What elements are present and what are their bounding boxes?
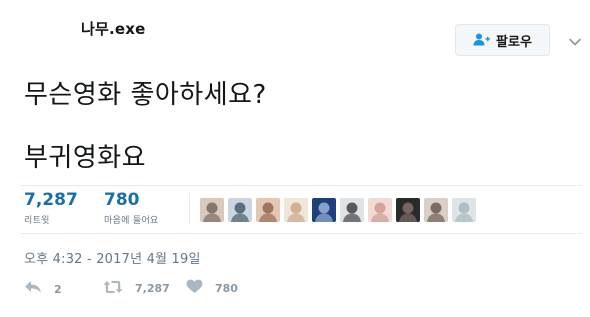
likes-label: 마음에 들어요 [104,216,159,226]
like-count: 780 [215,282,238,295]
avatar-image [200,198,224,222]
follow-button-label: 팔로우 [496,34,532,50]
liker-avatar-8[interactable] [396,198,420,222]
avatar-image [396,198,420,222]
tweet-timestamp[interactable]: 오후 4:32 - 2017년 4월 19일 [24,248,201,267]
liker-avatar-4[interactable] [284,198,308,222]
person-plus-icon [473,31,491,50]
stats-bottom-divider [20,233,582,234]
reply-icon [24,279,42,299]
liker-avatar-7[interactable] [368,198,392,222]
liker-avatar-1[interactable] [200,198,224,222]
retweet-button[interactable]: 7,287 [103,279,170,298]
like-button[interactable]: 780 [186,279,238,298]
follow-button[interactable]: 팔로우 [455,24,550,56]
retweets-stat[interactable]: 7,287 리트윗 [24,190,78,226]
liker-avatar-9[interactable] [424,198,448,222]
retweet-icon [103,279,123,298]
avatar-image [424,198,448,222]
avatar-image [340,198,364,222]
tweet-text-line-1: 무슨영화 좋아하세요? [24,80,267,110]
likes-stat[interactable]: 780 마음에 들어요 [104,190,159,226]
liker-avatar-10[interactable] [452,198,476,222]
tweet-text-line-2: 부귀영화요 [24,143,147,173]
avatar-image [368,198,392,222]
heart-icon [186,279,203,298]
avatar-image [312,198,336,222]
retweets-count: 7,287 [24,190,78,210]
avatar-image [452,198,476,222]
liker-avatar-5[interactable] [312,198,336,222]
avatar-image [256,198,280,222]
avatar-image [228,198,252,222]
stats-separator [189,193,190,225]
reply-count: 2 [54,282,62,296]
liker-avatar-2[interactable] [228,198,252,222]
retweet-count: 7,287 [135,282,170,295]
user-name[interactable]: 나무.exe [81,18,146,39]
avatar-image [284,198,308,222]
likes-count: 780 [104,190,140,210]
liker-avatars [200,198,476,222]
stats-top-divider [20,185,582,186]
liker-avatar-3[interactable] [256,198,280,222]
reply-button[interactable]: 2 [24,279,62,299]
retweets-label: 리트윗 [24,216,50,226]
chevron-down-icon[interactable] [568,33,582,46]
liker-avatar-6[interactable] [340,198,364,222]
